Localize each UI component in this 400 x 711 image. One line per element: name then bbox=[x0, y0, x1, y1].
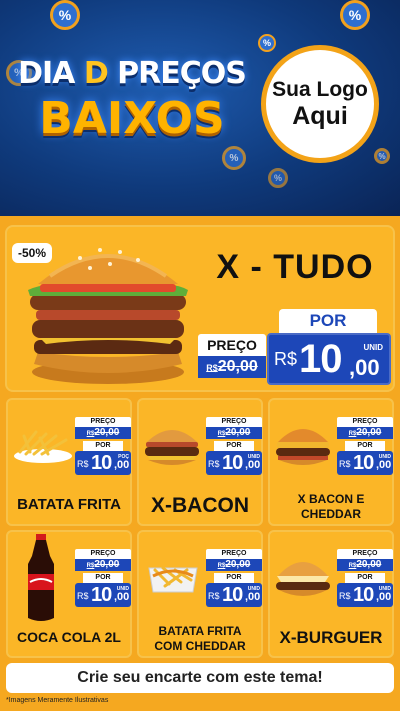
product-card: PREÇO R$20,00 POR R$ 10,00 UNID COCA COLA … bbox=[6, 530, 132, 658]
product-name: BATATA FRITA bbox=[17, 496, 121, 513]
product-card: PREÇO R$20,00 POR R$ 10,00 UNID BATATA FRI… bbox=[137, 530, 263, 658]
burger-image bbox=[276, 562, 330, 596]
promo-title: DIA D PREÇOS BAIXOS bbox=[14, 56, 250, 144]
percent-badge-icon: % bbox=[268, 168, 288, 188]
disclaimer-text: *Imagens Meramente Ilustrativas bbox=[6, 697, 109, 704]
burger-image bbox=[276, 429, 330, 465]
percent-badge-icon: % bbox=[222, 146, 246, 170]
logo-placeholder: Sua Logo Aqui bbox=[261, 45, 379, 163]
product-card: PREÇO R$20,00 POR R$ 10,00 POÇ BATATA FRIT… bbox=[6, 398, 132, 526]
product-name: CHEDDAR bbox=[301, 507, 361, 521]
percent-badge-icon: % bbox=[258, 34, 276, 52]
price-tag: PREÇO R$20,00 POR R$ 10,00 UNID bbox=[337, 549, 393, 607]
header-banner: % % % % % % % DIA D PREÇOS BAIXOS Sua Lo… bbox=[0, 0, 400, 216]
fries-cheddar-image bbox=[148, 566, 198, 593]
hero-old-price: PREÇO R$20,00 bbox=[198, 334, 266, 378]
discount-badge: -50% bbox=[12, 243, 53, 263]
product-card: PREÇO R$20,00 POR R$ 10,00 UNID X BACON E … bbox=[268, 398, 394, 526]
soda-bottle-image bbox=[28, 534, 54, 621]
price-tag: PREÇO R$20,00 POR R$ 10,00 UNID bbox=[206, 417, 262, 475]
promo-title-line1: DIA D PREÇOS bbox=[18, 56, 247, 91]
percent-badge-icon: % bbox=[50, 0, 80, 30]
fries-image bbox=[14, 430, 72, 463]
price-tag: PREÇO R$20,00 POR R$ 10,00 UNID bbox=[206, 549, 262, 607]
price-tag: PREÇO R$20,00 POR R$ 10,00 UNID bbox=[337, 417, 393, 475]
product-name: COCA COLA 2L bbox=[17, 629, 121, 645]
hero-new-price: R$ 10 ,00 UNID bbox=[267, 333, 391, 385]
product-name: X-BACON bbox=[151, 494, 249, 517]
burger-image bbox=[145, 430, 199, 465]
product-name: COM CHEDDAR bbox=[154, 639, 246, 653]
cta-banner[interactable]: Crie seu encarte com este tema! bbox=[6, 663, 394, 693]
price-tag: PREÇO R$20,00 POR R$ 10,00 UNID bbox=[75, 549, 131, 607]
product-card: PREÇO R$20,00 POR R$ 10,00 UNID X-BURGUER bbox=[268, 530, 394, 658]
product-card: PREÇO R$20,00 POR R$ 10,00 UNID X-BACON bbox=[137, 398, 263, 526]
hero-product-name: X - TUDO bbox=[216, 248, 374, 286]
product-name: X-BURGUER bbox=[279, 628, 383, 647]
promo-title-line2: BAIXOS bbox=[39, 93, 225, 144]
product-name: BATATA FRITA bbox=[158, 624, 242, 638]
hero-por-label: POR bbox=[279, 309, 377, 333]
percent-badge-icon: % bbox=[340, 0, 370, 30]
price-tag: PREÇO R$20,00 POR R$ 10,00 POÇ bbox=[75, 417, 131, 475]
product-name: X BACON E bbox=[297, 492, 365, 506]
percent-badge-icon: % bbox=[374, 148, 390, 164]
